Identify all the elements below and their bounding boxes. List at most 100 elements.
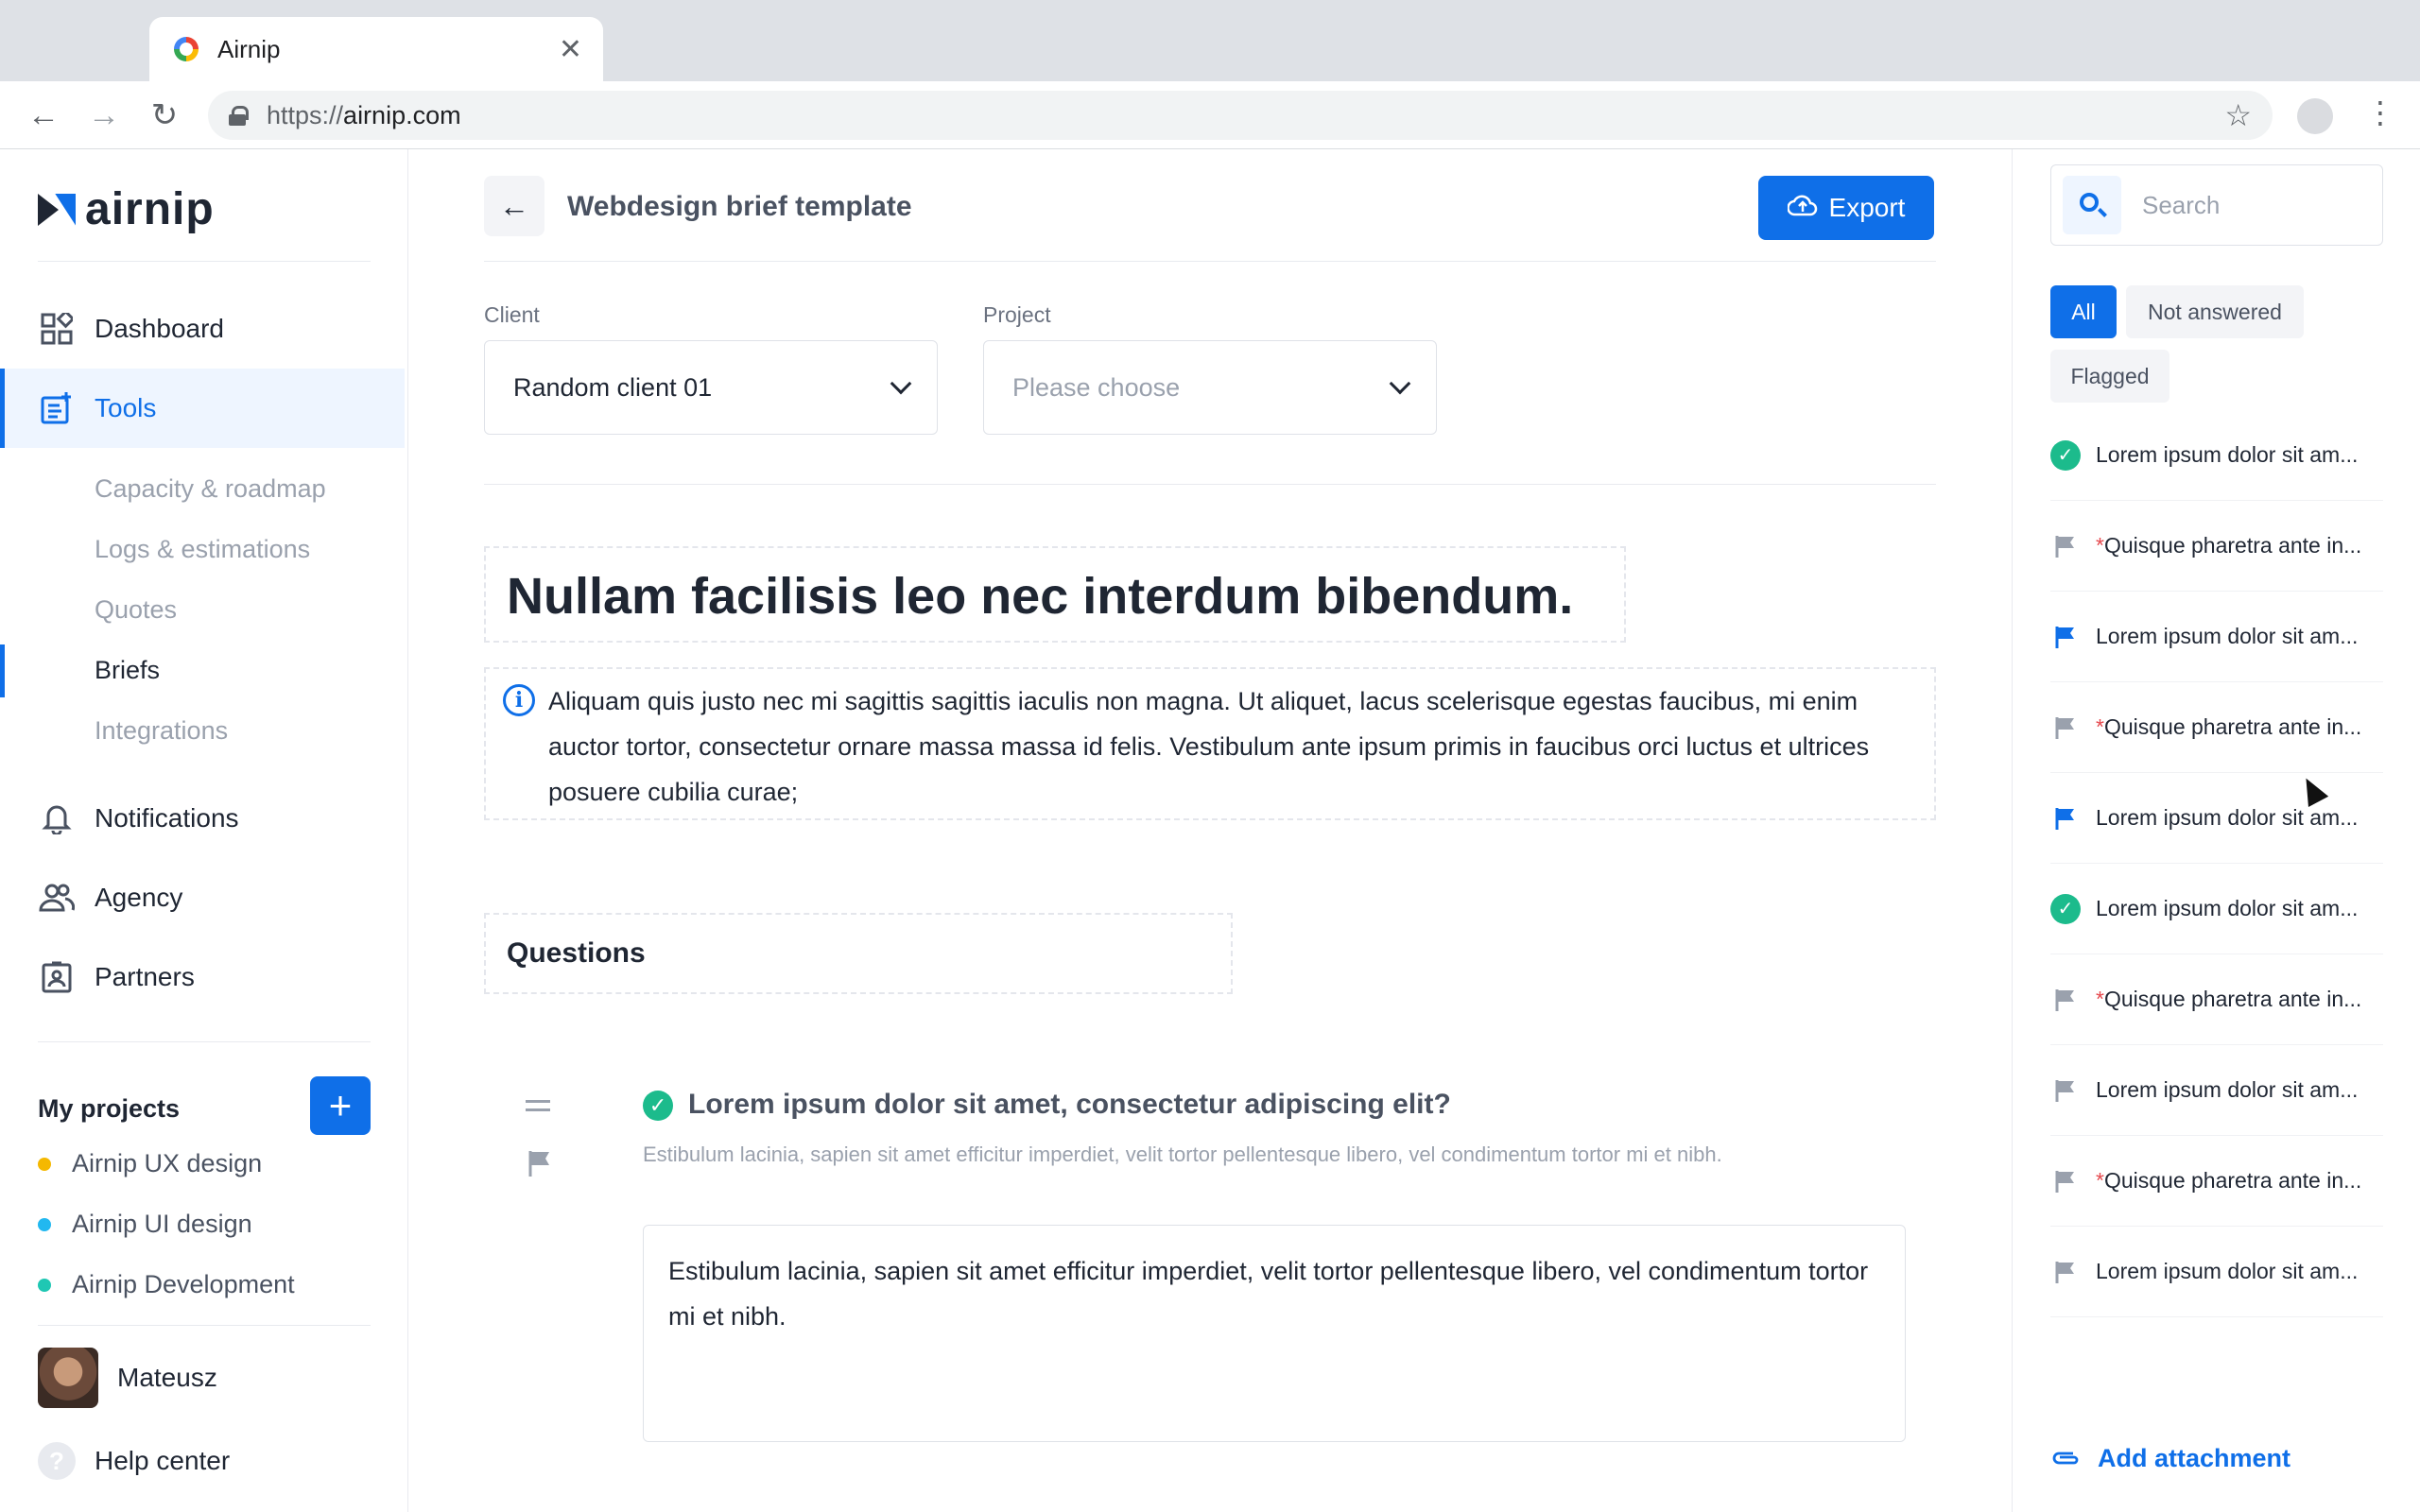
question-list-item[interactable]: Lorem ipsum dolor sit am... bbox=[2050, 1227, 2383, 1317]
back-button[interactable]: ← bbox=[484, 176, 544, 236]
question-list-item[interactable]: ✓ Lorem ipsum dolor sit am... bbox=[2050, 410, 2383, 501]
answered-check-icon: ✓ bbox=[643, 1091, 673, 1121]
tab-close-icon[interactable]: ✕ bbox=[559, 33, 582, 66]
project-label: Airnip UI design bbox=[72, 1210, 252, 1238]
sidebar-item-partners[interactable]: Partners bbox=[0, 937, 405, 1017]
drag-handle-icon[interactable] bbox=[526, 1100, 550, 1111]
question-list-text: Quisque pharetra ante in... bbox=[2103, 987, 2362, 1011]
bell-icon bbox=[38, 799, 76, 837]
question-list-item[interactable]: *Quisque pharetra ante in... bbox=[2050, 682, 2383, 773]
flag-icon bbox=[2050, 1166, 2081, 1196]
help-center-link[interactable]: ? Help center bbox=[38, 1442, 230, 1480]
chevron-down-icon bbox=[1389, 372, 1411, 395]
flag-icon bbox=[2050, 803, 2081, 833]
profile-avatar[interactable] bbox=[2297, 98, 2333, 134]
divider bbox=[38, 1041, 371, 1042]
id-card-icon bbox=[38, 958, 76, 996]
url-text: https://airnip.com bbox=[267, 100, 461, 129]
sidebar-item-notifications[interactable]: Notifications bbox=[0, 779, 405, 858]
help-icon: ? bbox=[38, 1442, 76, 1480]
question-title: Lorem ipsum dolor sit amet, consectetur … bbox=[688, 1089, 1451, 1120]
flag-icon bbox=[2050, 985, 2081, 1015]
add-attachment-label: Add attachment bbox=[2098, 1443, 2291, 1472]
main-content: ← Webdesign brief template Export Client… bbox=[408, 149, 2012, 1512]
client-select[interactable]: Random client 01 bbox=[484, 340, 938, 435]
divider bbox=[484, 261, 1936, 262]
question-list-item[interactable]: Lorem ipsum dolor sit am... bbox=[2050, 773, 2383, 864]
question-list-item[interactable]: *Quisque pharetra ante in... bbox=[2050, 1136, 2383, 1227]
forward-arrow-icon[interactable]: → bbox=[85, 96, 123, 134]
question-list-label: *Quisque pharetra ante in... bbox=[2096, 987, 2361, 1012]
url-field[interactable]: https://airnip.com ☆ bbox=[208, 91, 2273, 140]
question-list-label: Lorem ipsum dolor sit am... bbox=[2096, 805, 2358, 831]
answer-textarea[interactable]: Estibulum lacinia, sapien sit amet effic… bbox=[643, 1225, 1906, 1442]
question-list-label: Lorem ipsum dolor sit am... bbox=[2096, 442, 2358, 468]
answered-check-icon: ✓ bbox=[2050, 893, 2081, 924]
answered-check-icon: ✓ bbox=[2050, 439, 2081, 471]
question-list-label: Lorem ipsum dolor sit am... bbox=[2096, 624, 2358, 649]
divider bbox=[484, 484, 1936, 485]
filter-not-answered[interactable]: Not answered bbox=[2126, 285, 2304, 338]
user-name: Mateusz bbox=[117, 1363, 217, 1392]
question-list-item[interactable]: ✓ Lorem ipsum dolor sit am... bbox=[2050, 864, 2383, 954]
question-list-item[interactable]: *Quisque pharetra ante in... bbox=[2050, 501, 2383, 592]
question-list-text: Quisque pharetra ante in... bbox=[2103, 533, 2362, 558]
add-project-button[interactable]: + bbox=[310, 1076, 371, 1135]
users-icon bbox=[38, 879, 76, 917]
sidebar-subitem-capacity[interactable]: Capacity & roadmap bbox=[95, 474, 326, 504]
export-button[interactable]: Export bbox=[1758, 176, 1934, 240]
questions-panel: Search All Not answered Flagged ✓ Lorem i… bbox=[2012, 149, 2420, 1512]
brief-description: Aliquam quis justo nec mi sagittis sagit… bbox=[548, 687, 1870, 806]
user-profile[interactable]: Mateusz bbox=[38, 1348, 217, 1408]
project-placeholder: Please choose bbox=[1012, 372, 1181, 402]
project-select[interactable]: Please choose bbox=[983, 340, 1437, 435]
project-item-development[interactable]: Airnip Development bbox=[38, 1270, 295, 1299]
search-input[interactable]: Search bbox=[2050, 164, 2383, 246]
brief-heading: Nullam facilisis leo nec interdum bibend… bbox=[507, 568, 1574, 625]
reload-icon[interactable]: ↻ bbox=[146, 96, 183, 134]
browser-tab[interactable]: Airnip ✕ bbox=[149, 17, 603, 81]
sidebar-subitem-logs[interactable]: Logs & estimations bbox=[95, 535, 310, 564]
sidebar-item-tools[interactable]: Tools bbox=[0, 369, 405, 448]
browser-menu-icon[interactable]: ⋮ bbox=[2365, 94, 2395, 130]
back-arrow-icon[interactable]: ← bbox=[25, 96, 62, 134]
question-list-item[interactable]: Lorem ipsum dolor sit am... bbox=[2050, 1045, 2383, 1136]
bookmark-star-icon[interactable]: ☆ bbox=[2224, 97, 2252, 133]
dashboard-icon bbox=[38, 310, 76, 348]
question-list-item[interactable]: Lorem ipsum dolor sit am... bbox=[2050, 592, 2383, 682]
question-list-text: Lorem ipsum dolor sit am... bbox=[2096, 805, 2359, 830]
filter-flagged[interactable]: Flagged bbox=[2050, 350, 2169, 403]
flag-icon[interactable] bbox=[527, 1149, 552, 1182]
divider bbox=[38, 1325, 371, 1326]
project-label: Airnip UX design bbox=[72, 1149, 263, 1177]
logo-text: airnip bbox=[85, 184, 215, 234]
lock-icon bbox=[229, 106, 249, 126]
question-list-text: Quisque pharetra ante in... bbox=[2103, 1168, 2362, 1193]
sidebar-item-agency[interactable]: Agency bbox=[0, 858, 405, 937]
client-label: Client bbox=[484, 302, 540, 327]
sidebar-subitem-integrations[interactable]: Integrations bbox=[95, 716, 228, 746]
sidebar-subitem-quotes[interactable]: Quotes bbox=[95, 595, 177, 625]
project-item-ui[interactable]: Airnip UI design bbox=[38, 1210, 252, 1239]
client-value: Random client 01 bbox=[513, 372, 713, 402]
question-list-label: *Quisque pharetra ante in... bbox=[2096, 533, 2361, 558]
project-color-dot bbox=[38, 1278, 51, 1292]
question-list-item[interactable]: *Quisque pharetra ante in... bbox=[2050, 954, 2383, 1045]
flag-icon bbox=[2050, 1075, 2081, 1106]
add-attachment-button[interactable]: Add attachment bbox=[2050, 1442, 2290, 1474]
chevron-down-icon bbox=[890, 372, 912, 395]
project-item-ux[interactable]: Airnip UX design bbox=[38, 1149, 262, 1178]
project-color-dot bbox=[38, 1217, 51, 1231]
question-list-text: Lorem ipsum dolor sit am... bbox=[2096, 896, 2359, 920]
sidebar-item-label: Notifications bbox=[95, 803, 239, 833]
sidebar-subitem-briefs[interactable]: Briefs bbox=[95, 656, 160, 685]
question-list-text: Lorem ipsum dolor sit am... bbox=[2096, 1077, 2359, 1102]
sidebar-item-dashboard[interactable]: Dashboard bbox=[0, 289, 405, 369]
search-icon[interactable] bbox=[2063, 176, 2121, 234]
filter-all[interactable]: All bbox=[2050, 285, 2117, 338]
tools-icon bbox=[38, 389, 76, 427]
info-icon: i bbox=[503, 684, 535, 716]
question-list-text: Lorem ipsum dolor sit am... bbox=[2096, 1259, 2359, 1283]
search-placeholder: Search bbox=[2142, 190, 2221, 219]
airnip-logo[interactable]: airnip bbox=[38, 183, 215, 235]
